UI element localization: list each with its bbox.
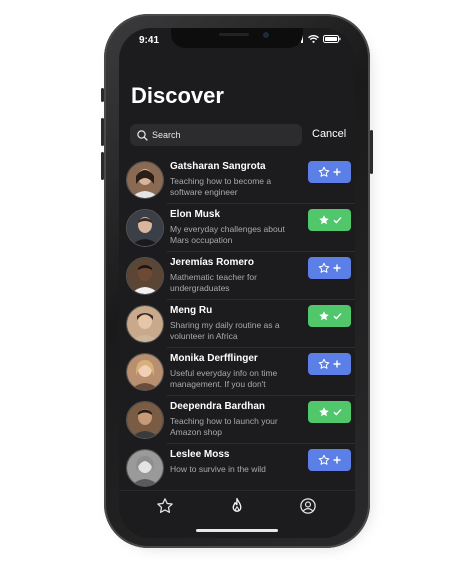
star-outline-icon	[318, 358, 330, 369]
person-name: Deependra Bardhan	[170, 401, 266, 412]
search-bar[interactable]: Search	[130, 124, 302, 146]
plus-icon	[333, 456, 341, 464]
avatar	[126, 449, 164, 487]
person-name: Monika Derfflinger	[170, 353, 258, 364]
checkmark-icon	[333, 217, 342, 224]
add-favorite-button[interactable]	[308, 257, 351, 279]
search-input[interactable]: Search	[152, 130, 181, 140]
star-outline-icon	[318, 166, 330, 177]
list-item[interactable]: Monika Derfflinger Useful everyday info …	[119, 348, 355, 396]
star-filled-icon	[318, 311, 329, 321]
person-name: Meng Ru	[170, 305, 213, 316]
tab-profile[interactable]	[299, 497, 317, 515]
notch	[171, 28, 303, 48]
list-item[interactable]: Jeremías Romero Mathematic teacher for u…	[119, 252, 355, 300]
page-title: Discover	[131, 83, 224, 108]
star-outline-icon	[318, 454, 330, 465]
list-item[interactable]: Meng Ru Sharing my daily routine as a vo…	[119, 300, 355, 348]
person-name: Elon Musk	[170, 209, 221, 220]
list-item[interactable]: Leslee Moss How to survive in the wild	[119, 444, 355, 492]
app-screen: 9:41 Discover Search Cancel Gatsharan Sa…	[119, 28, 355, 538]
person-description: My everyday challenges about Mars occupa…	[170, 224, 285, 245]
tab-discover[interactable]	[228, 497, 246, 515]
search-icon	[137, 129, 148, 141]
checkmark-icon	[333, 313, 342, 320]
cancel-button[interactable]: Cancel	[312, 128, 346, 140]
wifi-icon	[308, 35, 319, 43]
person-name: Jeremías Romero	[170, 257, 254, 268]
favorited-button[interactable]	[308, 305, 351, 327]
add-favorite-button[interactable]	[308, 161, 351, 183]
plus-icon	[333, 168, 341, 176]
star-filled-icon	[318, 215, 329, 225]
power-button	[370, 130, 373, 174]
person-name: Gatsharan Sangrota	[170, 161, 266, 172]
avatar	[126, 257, 164, 295]
person-description: Useful everyday info on time management.…	[170, 368, 278, 389]
speaker	[219, 33, 249, 36]
star-filled-icon	[318, 407, 329, 417]
person-description: Sharing my daily routine as a volunteer …	[170, 320, 280, 341]
star-icon	[157, 498, 173, 514]
mute-switch	[101, 88, 104, 102]
avatar	[126, 353, 164, 391]
people-list: Gatsharan Sangrota Teaching how to becom…	[119, 156, 355, 492]
checkmark-icon	[333, 409, 342, 416]
status-time: 9:41	[139, 35, 160, 46]
tab-favorites[interactable]	[156, 497, 174, 515]
camera	[263, 32, 269, 38]
avatar	[126, 161, 164, 199]
profile-icon	[300, 498, 316, 514]
volume-down-button	[101, 152, 104, 180]
avatar	[126, 305, 164, 343]
battery-icon	[323, 35, 341, 43]
flame-icon	[232, 497, 242, 512]
person-description: How to survive in the wild	[170, 464, 266, 474]
person-description: Teaching how to launch your Amazon shop	[170, 416, 278, 437]
favorited-button[interactable]	[308, 401, 351, 423]
plus-icon	[333, 264, 341, 272]
plus-icon	[333, 360, 341, 368]
favorited-button[interactable]	[308, 209, 351, 231]
list-item[interactable]: Elon Musk My everyday challenges about M…	[119, 204, 355, 252]
person-name: Leslee Moss	[170, 449, 230, 460]
avatar	[126, 209, 164, 247]
volume-up-button	[101, 118, 104, 146]
list-item[interactable]: Gatsharan Sangrota Teaching how to becom…	[119, 156, 355, 204]
avatar	[126, 401, 164, 439]
person-description: Mathematic teacher for undergraduates	[170, 272, 257, 293]
home-indicator	[196, 529, 278, 532]
star-outline-icon	[318, 262, 330, 273]
add-favorite-button[interactable]	[308, 353, 351, 375]
person-description: Teaching how to become a software engine…	[170, 176, 272, 197]
list-item[interactable]: Deependra Bardhan Teaching how to launch…	[119, 396, 355, 444]
add-favorite-button[interactable]	[308, 449, 351, 471]
